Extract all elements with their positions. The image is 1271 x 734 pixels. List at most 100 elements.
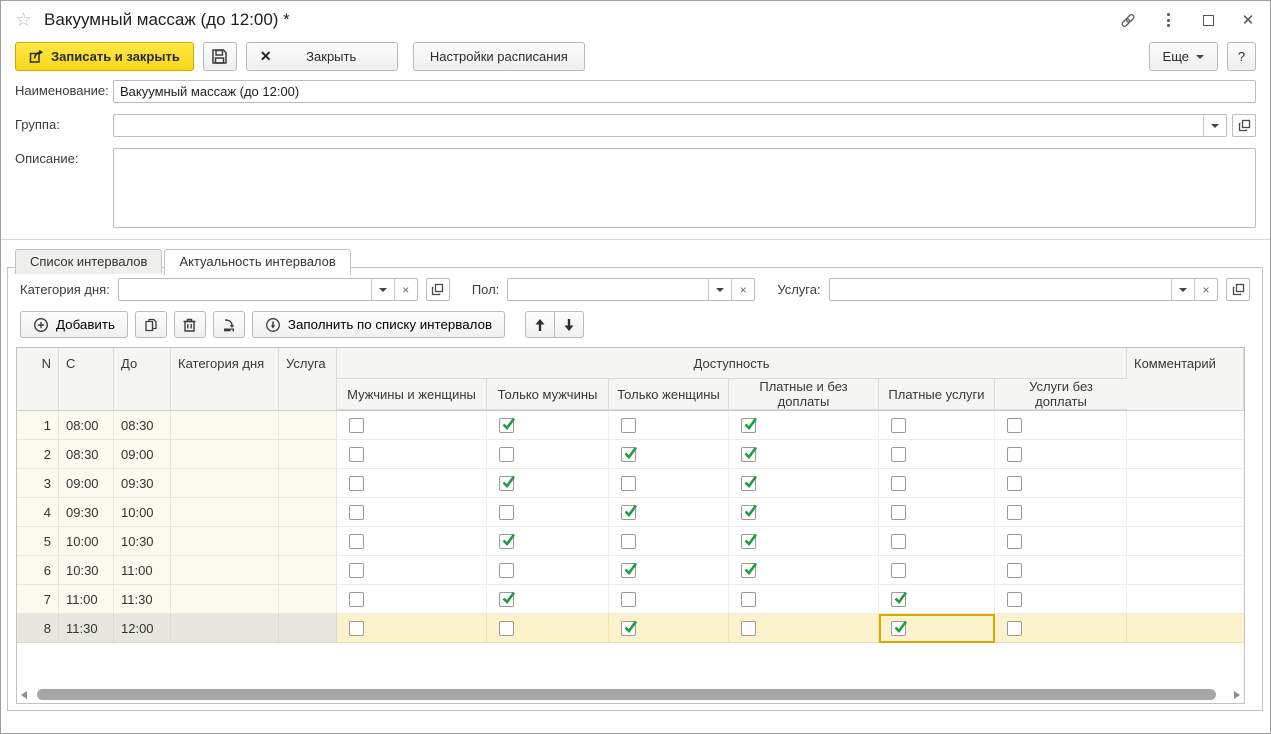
checkbox-unchecked[interactable] [621, 534, 636, 549]
gender-input[interactable] [508, 279, 708, 300]
column-header-service[interactable]: Услуга [279, 348, 337, 410]
availability-cell[interactable] [879, 498, 995, 527]
checkbox-unchecked[interactable] [621, 592, 636, 607]
availability-cell[interactable] [487, 585, 609, 614]
scroll-left-arrow[interactable] [21, 691, 27, 699]
checkbox-unchecked[interactable] [621, 418, 636, 433]
cell-comment[interactable] [1127, 527, 1244, 556]
column-header-men-and-women[interactable]: Мужчины и женщины [337, 379, 487, 410]
service-dropdown-button[interactable] [1171, 279, 1194, 300]
availability-cell[interactable] [995, 498, 1127, 527]
cell-day-category[interactable] [171, 585, 279, 614]
checkbox-unchecked[interactable] [891, 563, 906, 578]
availability-cell[interactable] [487, 469, 609, 498]
cell-to[interactable]: 11:00 [114, 556, 171, 585]
cell-to[interactable]: 11:30 [114, 585, 171, 614]
service-input[interactable] [830, 279, 1171, 300]
cell-number[interactable]: 6 [17, 556, 59, 585]
checkbox-checked[interactable] [891, 592, 906, 607]
name-input[interactable] [113, 80, 1256, 103]
cell-day-category[interactable] [171, 469, 279, 498]
availability-cell[interactable] [487, 614, 609, 643]
checkbox-unchecked[interactable] [349, 505, 364, 520]
group-open-button[interactable] [1232, 114, 1256, 137]
checkbox-unchecked[interactable] [1007, 505, 1022, 520]
cell-service[interactable] [279, 614, 337, 643]
cell-service[interactable] [279, 440, 337, 469]
checkbox-unchecked[interactable] [349, 476, 364, 491]
table-row[interactable]: 309:0009:30 [17, 469, 1244, 498]
save-and-close-button[interactable]: Записать и закрыть [15, 42, 194, 71]
cell-to[interactable]: 10:00 [114, 498, 171, 527]
cell-number[interactable]: 7 [17, 585, 59, 614]
more-button[interactable]: Еще [1149, 42, 1218, 71]
availability-cell[interactable] [487, 498, 609, 527]
checkbox-checked[interactable] [741, 563, 756, 578]
day-category-open-button[interactable] [426, 278, 450, 301]
cell-comment[interactable] [1127, 469, 1244, 498]
table-row[interactable]: 409:3010:00 [17, 498, 1244, 527]
move-to-end-button[interactable] [213, 311, 245, 338]
day-category-input[interactable] [119, 279, 371, 300]
cell-comment[interactable] [1127, 556, 1244, 585]
checkbox-unchecked[interactable] [891, 505, 906, 520]
checkbox-unchecked[interactable] [1007, 563, 1022, 578]
availability-cell[interactable] [609, 585, 729, 614]
cell-service[interactable] [279, 527, 337, 556]
cell-number[interactable]: 3 [17, 469, 59, 498]
group-input[interactable] [114, 115, 1203, 136]
scrollbar-track[interactable] [31, 689, 1230, 700]
availability-cell[interactable] [729, 556, 879, 585]
close-button[interactable]: ✕ Закрыть [246, 42, 398, 71]
checkbox-unchecked[interactable] [1007, 476, 1022, 491]
checkbox-unchecked[interactable] [349, 621, 364, 636]
cell-comment[interactable] [1127, 585, 1244, 614]
cell-to[interactable]: 09:30 [114, 469, 171, 498]
checkbox-checked[interactable] [499, 418, 514, 433]
checkbox-checked[interactable] [741, 534, 756, 549]
checkbox-checked[interactable] [621, 563, 636, 578]
table-row[interactable]: 108:0008:30 [17, 411, 1244, 440]
gender-dropdown-button[interactable] [708, 279, 731, 300]
scroll-right-arrow[interactable] [1234, 691, 1240, 699]
column-header-n[interactable]: N [17, 348, 59, 410]
cell-to[interactable]: 09:00 [114, 440, 171, 469]
tab-interval-relevance[interactable]: Актуальность интервалов [164, 249, 350, 275]
scrollbar-thumb[interactable] [37, 689, 1216, 700]
checkbox-checked[interactable] [741, 476, 756, 491]
table-row[interactable]: 711:0011:30 [17, 585, 1244, 614]
availability-cell[interactable] [879, 440, 995, 469]
cell-comment[interactable] [1127, 614, 1244, 643]
checkbox-unchecked[interactable] [349, 534, 364, 549]
cell-number[interactable]: 4 [17, 498, 59, 527]
cell-number[interactable]: 2 [17, 440, 59, 469]
group-dropdown-button[interactable] [1203, 115, 1226, 136]
availability-cell[interactable] [609, 498, 729, 527]
cell-from[interactable]: 08:30 [59, 440, 114, 469]
column-header-day-category[interactable]: Категория дня [171, 348, 279, 410]
column-header-men-only[interactable]: Только мужчины [487, 379, 609, 410]
table-row[interactable]: 811:3012:00 [17, 614, 1244, 643]
checkbox-checked[interactable] [741, 418, 756, 433]
checkbox-unchecked[interactable] [1007, 447, 1022, 462]
availability-cell[interactable] [337, 556, 487, 585]
checkbox-unchecked[interactable] [741, 592, 756, 607]
cell-day-category[interactable] [171, 527, 279, 556]
cell-from[interactable]: 10:30 [59, 556, 114, 585]
availability-cell[interactable] [609, 556, 729, 585]
availability-cell[interactable] [729, 527, 879, 556]
cell-service[interactable] [279, 411, 337, 440]
availability-cell[interactable] [995, 556, 1127, 585]
cell-number[interactable]: 8 [17, 614, 59, 643]
link-icon[interactable] [1120, 12, 1136, 28]
availability-cell[interactable] [879, 614, 995, 643]
cell-from[interactable]: 11:30 [59, 614, 114, 643]
column-header-comment[interactable]: Комментарий [1127, 348, 1244, 410]
checkbox-unchecked[interactable] [499, 447, 514, 462]
service-open-button[interactable] [1226, 278, 1250, 301]
availability-cell[interactable] [337, 440, 487, 469]
availability-cell[interactable] [879, 585, 995, 614]
availability-cell[interactable] [487, 411, 609, 440]
cell-service[interactable] [279, 585, 337, 614]
column-header-paid-and-free[interactable]: Платные и без доплаты [729, 379, 879, 410]
